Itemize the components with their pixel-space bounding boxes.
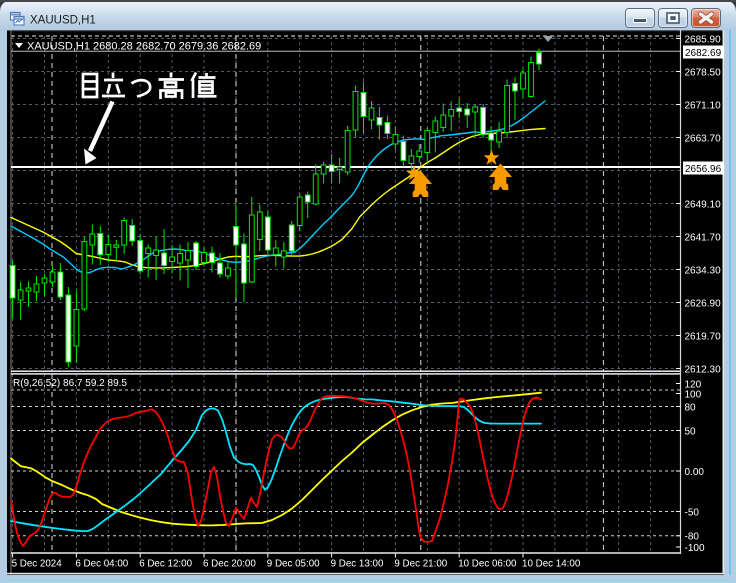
svg-text:-100: -100 — [685, 543, 705, 554]
svg-text:2619.70: 2619.70 — [685, 331, 722, 342]
svg-text:XAUUSD,H1 2680.28 2682.70 267: XAUUSD,H1 2680.28 2682.70 2679.36 2682.6… — [27, 41, 261, 53]
svg-text:10 Dec 14:00: 10 Dec 14:00 — [522, 559, 581, 570]
svg-text:2685.90: 2685.90 — [685, 34, 722, 45]
svg-text:9 Dec 05:00: 9 Dec 05:00 — [267, 559, 320, 570]
svg-text:-50: -50 — [685, 507, 700, 518]
svg-text:2612.30: 2612.30 — [685, 364, 722, 375]
svg-text:R(9,26,52) 86.7 59.2 89.5: R(9,26,52) 86.7 59.2 89.5 — [13, 378, 127, 389]
svg-text:6 Dec 20:00: 6 Dec 20:00 — [203, 559, 256, 570]
svg-text:10 Dec 06:00: 10 Dec 06:00 — [458, 559, 517, 570]
svg-text:2663.70: 2663.70 — [685, 133, 722, 144]
svg-text:2626.90: 2626.90 — [685, 298, 722, 309]
svg-text:9 Dec 21:00: 9 Dec 21:00 — [394, 559, 447, 570]
svg-text:2656.96: 2656.96 — [685, 164, 722, 175]
svg-text:5 Dec 2024: 5 Dec 2024 — [12, 559, 63, 570]
svg-text:9 Dec 13:00: 9 Dec 13:00 — [331, 559, 384, 570]
svg-text:2641.70: 2641.70 — [685, 232, 722, 243]
svg-text:50: 50 — [685, 426, 697, 437]
svg-text:2678.50: 2678.50 — [685, 67, 722, 78]
svg-text:6 Dec 12:00: 6 Dec 12:00 — [139, 559, 192, 570]
svg-text:XAUUSD,H1: XAUUSD,H1 — [30, 15, 96, 27]
svg-text:2682.69: 2682.69 — [685, 48, 722, 59]
svg-text:100: 100 — [685, 389, 702, 400]
svg-text:0.00: 0.00 — [685, 467, 705, 478]
svg-text:80: 80 — [685, 402, 697, 413]
svg-text:-80: -80 — [685, 532, 700, 543]
svg-text:2649.10: 2649.10 — [685, 199, 722, 210]
svg-text:2634.30: 2634.30 — [685, 265, 722, 276]
svg-text:6 Dec 04:00: 6 Dec 04:00 — [75, 559, 128, 570]
svg-text:2671.10: 2671.10 — [685, 100, 722, 111]
